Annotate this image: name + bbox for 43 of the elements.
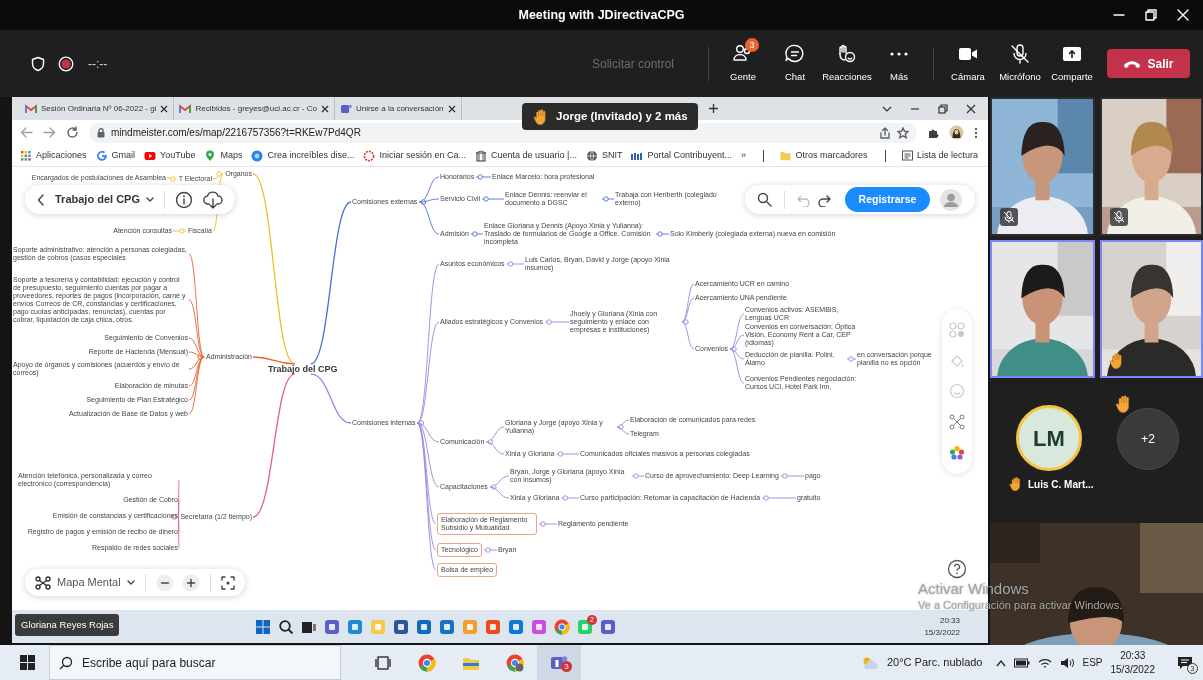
- clock-date: 15/3/2022: [924, 626, 960, 638]
- more-bookmarks-button[interactable]: »: [741, 148, 746, 163]
- clock-date: 15/3/2022: [1110, 662, 1155, 676]
- bookmark-link[interactable]: Aplicaciones: [20, 148, 87, 163]
- browser-tab[interactable]: Recibidos - greyes@uci.ac.cr - Co: [174, 97, 335, 120]
- reactions-button[interactable]: Reacciones: [821, 42, 873, 85]
- more-participants-button[interactable]: +2: [1117, 408, 1179, 470]
- meeting-timer: --:--: [88, 55, 108, 73]
- weather-text: 20°C Parc. nublado: [886, 655, 983, 671]
- clock-time: 20:33: [1119, 649, 1147, 663]
- clock-time: 20:33: [938, 615, 960, 627]
- count-badge: 3: [561, 661, 572, 672]
- bookmark-link[interactable]: Gmail: [95, 148, 136, 163]
- bookmark-link[interactable]: Crea increíbles dise...: [251, 148, 355, 163]
- count-badge: 3: [745, 37, 759, 52]
- notification-toast: Jorge (Invitado) y 2 más: [522, 103, 698, 130]
- bookmark-link[interactable]: Cuenta de usuario |...: [475, 148, 577, 163]
- presenter-name: Gloriana Reyes Rojas: [15, 614, 120, 637]
- view-mode-menu[interactable]: Mapa Mental: [35, 574, 135, 591]
- avatar-initials: LM: [1016, 405, 1082, 471]
- browser-tab[interactable]: Unirse a la conversación: [334, 97, 462, 120]
- map-title-menu[interactable]: Trabajo del CPG: [55, 191, 154, 208]
- node-label: Trabajo del CPG: [268, 363, 338, 375]
- microphone-button[interactable]: Micrófono: [994, 42, 1046, 85]
- participant-name: Luis C. Mart...: [1028, 477, 1094, 492]
- bookmark-folder[interactable]: Otros marcadores: [780, 148, 868, 163]
- language-indicator[interactable]: ESP: [1082, 655, 1103, 670]
- bookmark-link[interactable]: Maps: [204, 148, 243, 163]
- browser-tab[interactable]: Sesión Ordinaria Nº 06-2022 - gi: [20, 97, 175, 120]
- address-field[interactable]: mindmeister.com/es/map/2216757356?t=RKEw7Pd4QR: [89, 122, 917, 143]
- taskbar-app-button[interactable]: 3: [537, 645, 581, 680]
- more-button[interactable]: Más: [873, 42, 925, 85]
- chat-button[interactable]: Chat: [769, 42, 821, 85]
- bookmark-link[interactable]: Portal Contribuyent...: [631, 148, 732, 163]
- reading-list-button[interactable]: Lista de lectura: [901, 148, 978, 163]
- window-title: Meeting with JDirectivaCPG: [518, 6, 685, 24]
- bookmark-link[interactable]: SNIT: [585, 148, 623, 163]
- search-field[interactable]: Escribe aquí para buscar: [49, 645, 341, 680]
- bookmark-link[interactable]: Iniciar sesión en Ca...: [363, 148, 467, 163]
- camera-button[interactable]: Cámara: [942, 42, 994, 85]
- bookmark-link[interactable]: YouTube: [144, 148, 196, 163]
- share-button[interactable]: Comparte: [1046, 42, 1098, 85]
- leave-button[interactable]: Salir: [1107, 49, 1190, 78]
